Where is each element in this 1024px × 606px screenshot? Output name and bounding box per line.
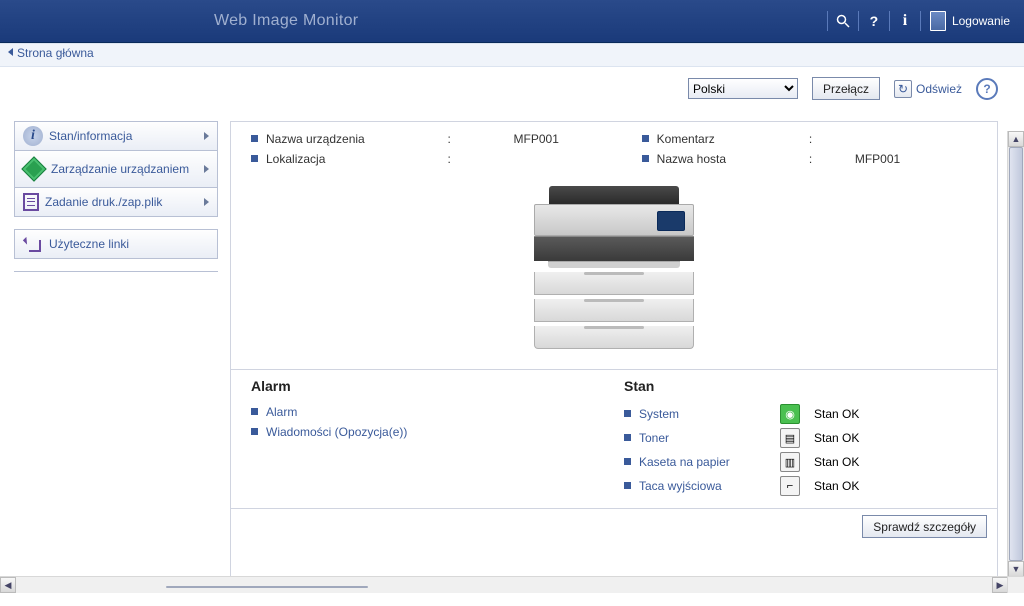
top-tools: Polski Przełącz ↻ Odśwież ? [688, 77, 998, 100]
paper-tray-icon: ▥ [780, 452, 800, 472]
breadcrumb-arrow-icon [8, 48, 13, 56]
status-section: Stan System ◉ Stan OK Toner ▤ Stan OK Ka… [624, 378, 977, 498]
status-state: Stan OK [814, 479, 977, 493]
external-link-icon [23, 234, 43, 254]
device-name-value: MFP001 [514, 132, 636, 146]
sidebar-item-label: Stan/informacja [49, 129, 132, 143]
bullet-icon [624, 434, 631, 441]
main-panel: Nazwa urządzenia : MFP001 Komentarz : Lo… [230, 121, 998, 593]
details-bar: Sprawdź szczegóły [231, 508, 997, 544]
horizontal-scrollbar[interactable]: ◀ ▶ [0, 576, 1008, 593]
sidebar-menu: i Stan/informacja Zarządzanie urządzanie… [14, 121, 218, 217]
status-row-system: System ◉ Stan OK [624, 402, 977, 426]
search-icon[interactable] [831, 0, 855, 42]
switch-button[interactable]: Przełącz [812, 77, 880, 100]
toner-icon: ▤ [780, 428, 800, 448]
info-icon: i [23, 126, 43, 146]
sidebar-item-device-mgmt[interactable]: Zarządzanie urządzaniem [15, 151, 217, 188]
sidebar-item-label: Zarządzanie urządzaniem [51, 162, 189, 176]
location-label: Lokalizacja [251, 152, 442, 166]
vertical-scrollbar[interactable]: ▲ ▼ [1007, 131, 1024, 577]
login-icon [930, 11, 946, 31]
divider [920, 11, 921, 31]
device-image [231, 176, 997, 369]
sidebar-item-label: Użyteczne linki [49, 237, 129, 251]
bullet-icon [642, 155, 649, 162]
status-row-cassette: Kaseta na papier ▥ Stan OK [624, 450, 977, 474]
breadcrumb-home: Strona główna [17, 46, 94, 60]
scroll-left-icon[interactable]: ◀ [0, 577, 16, 593]
status-state: Stan OK [814, 455, 977, 469]
check-details-button[interactable]: Sprawdź szczegóły [862, 515, 987, 538]
scroll-thumb[interactable] [1009, 147, 1023, 561]
device-info: Nazwa urządzenia : MFP001 Komentarz : Lo… [231, 122, 997, 176]
status-row-output-tray: Taca wyjściowa ⌐ Stan OK [624, 474, 977, 498]
status-row-toner: Toner ▤ Stan OK [624, 426, 977, 450]
status-link-toner[interactable]: Toner [624, 428, 774, 448]
document-icon [23, 193, 39, 211]
output-tray-icon: ⌐ [780, 476, 800, 496]
sidebar: i Stan/informacja Zarządzanie urządzanie… [14, 121, 218, 276]
page-help-icon[interactable]: ? [976, 78, 998, 100]
status-link-system[interactable]: System [624, 404, 774, 424]
status-ok-icon: ◉ [780, 404, 800, 424]
host-label: Nazwa hosta [642, 152, 803, 166]
bullet-icon [251, 428, 258, 435]
sidebar-item-label: Zadanie druk./zap.plik [45, 195, 162, 209]
bullet-icon [251, 408, 258, 415]
settings-icon [21, 156, 46, 181]
scroll-down-icon[interactable]: ▼ [1008, 561, 1024, 577]
refresh-icon: ↻ [894, 80, 912, 98]
sidebar-item-print-job[interactable]: Zadanie druk./zap.plik [15, 188, 217, 216]
header-toolbar: ? i Logowanie [824, 0, 1024, 42]
info-icon[interactable]: i [893, 0, 917, 42]
alarm-link-messages[interactable]: Wiadomości (Opozycja(e)) [251, 422, 604, 442]
divider [14, 271, 218, 272]
divider [889, 11, 890, 31]
refresh-label: Odśwież [916, 82, 962, 96]
sidebar-item-status[interactable]: i Stan/informacja [15, 122, 217, 151]
lower-panels: Alarm Alarm Wiadomości (Opozycja(e)) Sta… [231, 369, 997, 508]
sidebar-links-group: Użyteczne linki [14, 229, 218, 259]
app-title: Web Image Monitor [214, 12, 358, 30]
divider [827, 11, 828, 31]
scroll-right-icon[interactable]: ▶ [992, 577, 1008, 593]
content: Polski Przełącz ↻ Odśwież ? i Stan/infor… [0, 67, 1024, 593]
breadcrumb[interactable]: Strona główna [0, 43, 1024, 67]
bullet-icon [624, 482, 631, 489]
status-state: Stan OK [814, 431, 977, 445]
divider [858, 11, 859, 31]
bullet-icon [251, 135, 258, 142]
chevron-right-icon [204, 198, 209, 206]
host-value: MFP001 [855, 152, 977, 166]
chevron-right-icon [204, 165, 209, 173]
device-name-label: Nazwa urządzenia [251, 132, 442, 146]
refresh-button[interactable]: ↻ Odśwież [894, 80, 962, 98]
login-button[interactable]: Logowanie [924, 11, 1024, 31]
scroll-thumb[interactable] [166, 586, 368, 588]
scroll-track[interactable] [1008, 147, 1024, 561]
language-select[interactable]: Polski [688, 78, 798, 99]
chevron-right-icon [204, 132, 209, 140]
printer-illustration [534, 186, 694, 349]
alarm-link-alarm[interactable]: Alarm [251, 402, 604, 422]
login-label: Logowanie [952, 14, 1010, 28]
comment-label: Komentarz [642, 132, 803, 146]
sidebar-item-useful-links[interactable]: Użyteczne linki [15, 230, 217, 258]
app-header: Web Image Monitor ? i Logowanie [0, 0, 1024, 43]
alarm-heading: Alarm [251, 378, 604, 394]
bullet-icon [642, 135, 649, 142]
scroll-up-icon[interactable]: ▲ [1008, 131, 1024, 147]
bullet-icon [624, 458, 631, 465]
alarm-section: Alarm Alarm Wiadomości (Opozycja(e)) [251, 378, 604, 498]
status-state: Stan OK [814, 407, 977, 421]
help-icon[interactable]: ? [862, 0, 886, 42]
status-heading: Stan [624, 378, 977, 394]
status-link-cassette[interactable]: Kaseta na papier [624, 452, 774, 472]
bullet-icon [624, 410, 631, 417]
status-link-output-tray[interactable]: Taca wyjściowa [624, 476, 774, 496]
scrollbar-corner [1007, 576, 1024, 593]
bullet-icon [251, 155, 258, 162]
